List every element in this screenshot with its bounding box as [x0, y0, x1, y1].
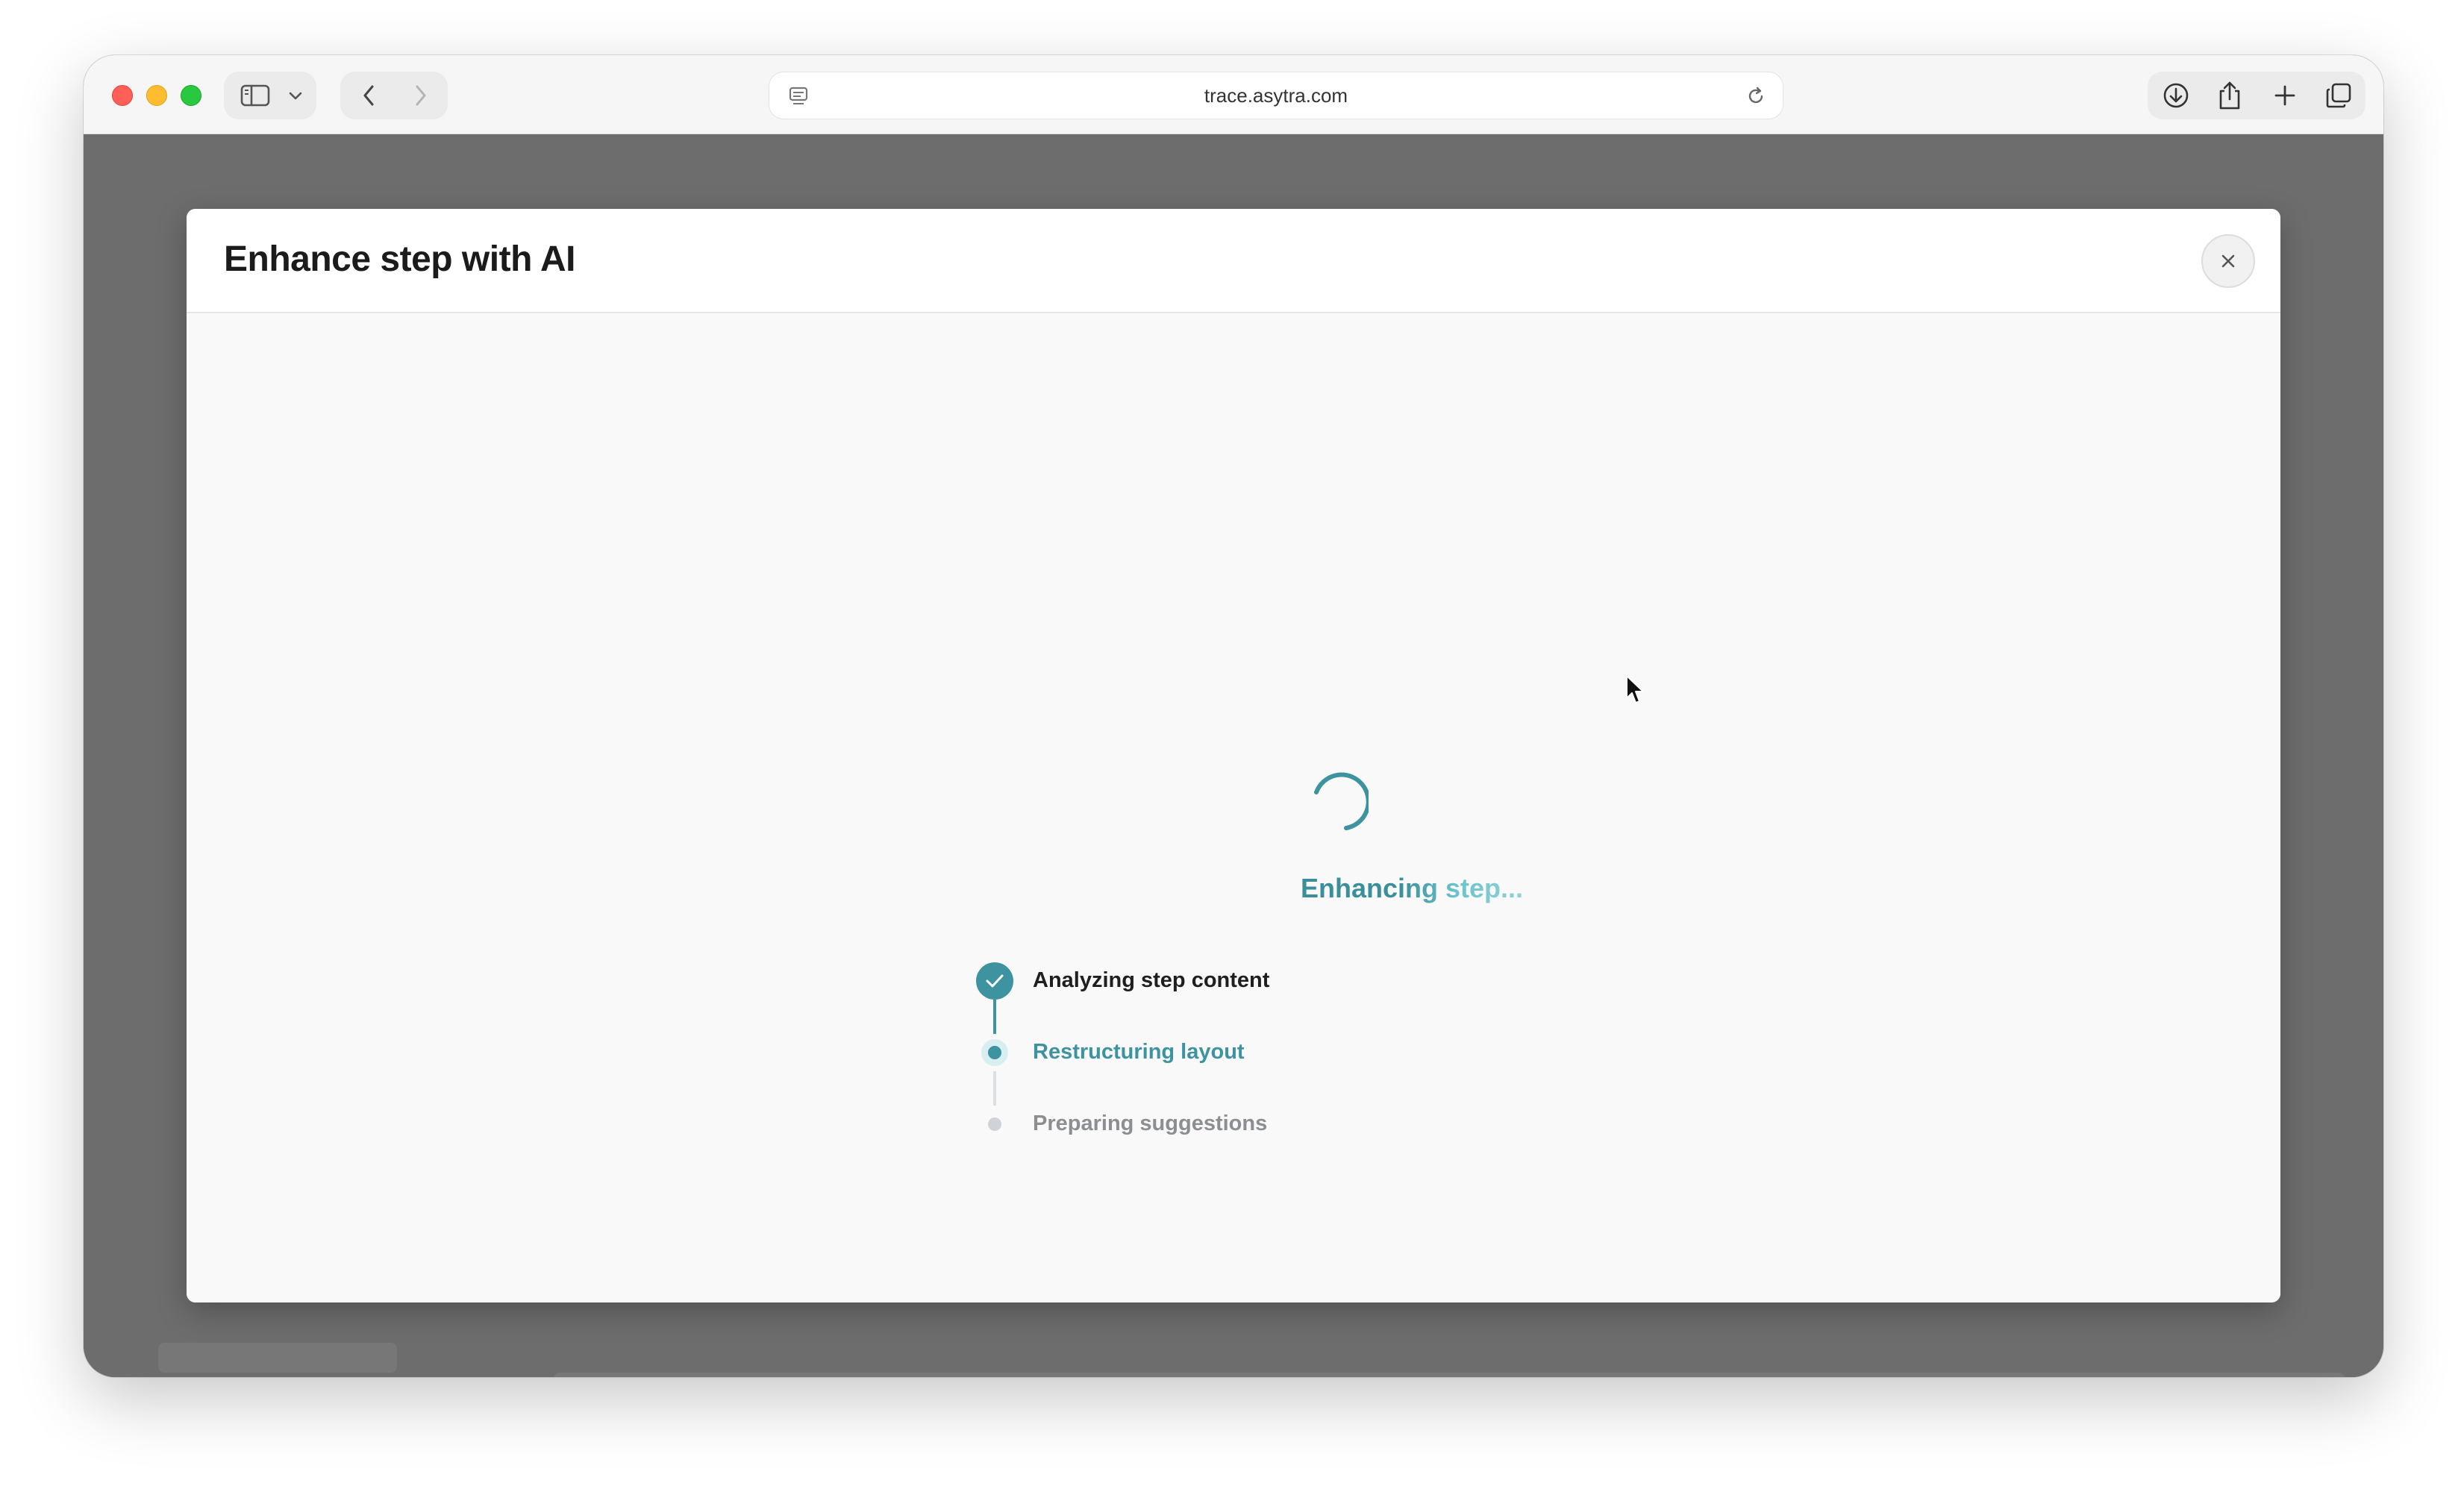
- status-title: Enhancing step...: [1007, 873, 1816, 904]
- navigation-group: [340, 72, 448, 119]
- url-text[interactable]: trace.asytra.com: [769, 72, 1783, 119]
- minimize-window-button[interactable]: [146, 85, 167, 106]
- downloads-button[interactable]: [2151, 72, 2201, 119]
- share-button[interactable]: [2204, 72, 2255, 119]
- close-modal-button[interactable]: [2201, 234, 2255, 288]
- progress-steps: Analyzing step content Restructuring lay…: [976, 962, 1498, 1156]
- tab-group-dropdown-button[interactable]: [279, 72, 312, 119]
- chevron-down-icon: [289, 92, 302, 100]
- mouse-cursor-icon: [1626, 675, 1644, 703]
- download-icon: [2163, 83, 2189, 108]
- forward-button[interactable]: [397, 72, 445, 119]
- background-shape: [554, 1373, 2345, 1377]
- modal-header: Enhance step with AI: [187, 209, 2280, 313]
- back-icon: [363, 85, 374, 106]
- step-marker-active: [976, 1034, 1013, 1071]
- step-label: Analyzing step content: [1033, 968, 1270, 992]
- share-icon: [2219, 81, 2240, 110]
- new-tab-icon: [2274, 85, 2295, 106]
- step-item: Restructuring layout: [976, 1034, 1498, 1071]
- reload-icon[interactable]: [1745, 86, 1766, 110]
- toolbar-actions-group: [2148, 72, 2365, 119]
- close-icon: [2221, 254, 2235, 268]
- browser-toolbar: trace.asytra.com: [84, 55, 2383, 134]
- checkmark-icon: [986, 974, 1004, 988]
- status-text: Enhancing step...: [1300, 873, 1524, 903]
- tab-overview-icon: [2326, 83, 2351, 108]
- new-tab-button[interactable]: [2260, 72, 2310, 119]
- step-label: Preparing suggestions: [1033, 1112, 1268, 1135]
- back-button[interactable]: [345, 72, 393, 119]
- background-shape: [158, 1343, 397, 1373]
- step-connector-complete: [993, 1000, 996, 1034]
- sidebar-icon: [240, 84, 270, 107]
- loading-spinner-icon: [1314, 772, 1369, 830]
- forward-icon: [416, 85, 426, 106]
- step-marker-done: [976, 962, 1013, 1000]
- step-label: Restructuring layout: [1033, 1040, 1245, 1064]
- enhance-step-modal: Enhance step with AI Enhancing step... A…: [187, 209, 2280, 1302]
- zoom-window-button[interactable]: [181, 85, 201, 106]
- browser-window: trace.asytra.com Enhance step with AI En…: [84, 55, 2383, 1377]
- sidebar-toggle-button[interactable]: [233, 72, 278, 119]
- step-marker-pending: [976, 1106, 1013, 1143]
- sidebar-toggle-group: [224, 72, 316, 119]
- modal-title: Enhance step with AI: [224, 239, 575, 279]
- tab-overview-button[interactable]: [2313, 72, 2364, 119]
- close-window-button[interactable]: [112, 85, 133, 106]
- modal-body: Enhancing step... Analyzing step content: [187, 315, 2280, 1302]
- step-item: Preparing suggestions: [976, 1106, 1498, 1143]
- step-connector-pending: [993, 1071, 996, 1106]
- address-bar[interactable]: trace.asytra.com: [769, 72, 1783, 119]
- step-item: Analyzing step content: [976, 962, 1498, 1000]
